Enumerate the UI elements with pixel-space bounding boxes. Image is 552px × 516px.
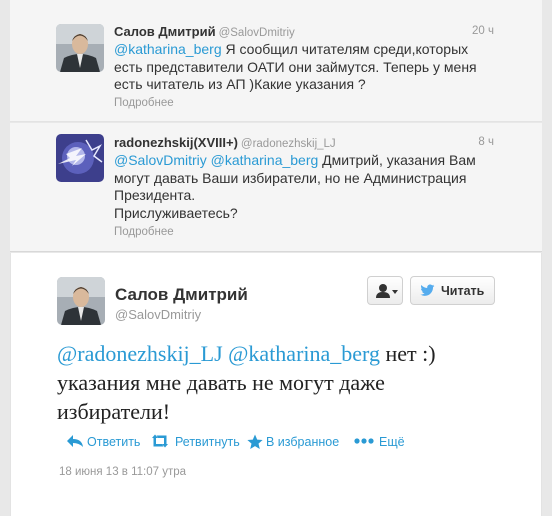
tweet-text-line: могут давать Ваши избиратели, но не Адми… (114, 169, 467, 186)
follow-button[interactable]: Читать (410, 276, 495, 305)
tweet-text-part: Я сообщил читателям среди,которых (221, 41, 469, 57)
author-fullname[interactable]: Салов Дмитрий (115, 285, 248, 305)
avatar[interactable] (57, 277, 105, 325)
context-tweet[interactable]: Салов Дмитрий @SalovDmitriy 20 ч @kathari… (10, 0, 542, 122)
avatar[interactable] (56, 134, 104, 182)
more-actions-button[interactable]: Ещё (354, 433, 406, 451)
context-tweet[interactable]: radonezhskij(XVIII+) @radonezhskij_LJ 8 ч… (10, 123, 542, 252)
author-fullname[interactable]: Салов Дмитрий (114, 24, 216, 39)
favorite-button[interactable]: В избранное (247, 433, 347, 451)
tweet-thread: Салов Дмитрий @SalovDmitriy 20 ч @kathari… (10, 0, 542, 516)
user-actions-button[interactable] (367, 276, 403, 305)
reply-label: Ответить (87, 435, 141, 449)
details-link[interactable]: Подробнее (114, 226, 174, 238)
tweet-text: @katharina_berg Я сообщил читателям сред… (114, 41, 504, 94)
author-fullname[interactable]: radonezhskij(XVIII+) (114, 135, 238, 150)
star-icon (247, 434, 263, 449)
tweet-text-line: Прислуживаетесь? (114, 204, 238, 221)
retweet-icon (152, 434, 168, 448)
user-dropdown-icon (376, 284, 398, 298)
tweet-text-line: есть представители ОАТИ они займутся. Те… (114, 58, 477, 75)
tweet-text: @radonezhskij_LJ @katharina_berg нет :) … (57, 339, 527, 426)
author-screen-name[interactable]: @radonezhskij_LJ (241, 138, 336, 150)
tweet-text: @SalovDmitriy @katharina_berg Дмитрий, у… (114, 152, 504, 222)
tweet-text-line: указания мне давать не могут даже (57, 370, 385, 395)
tweet-text-line: Президента. (114, 187, 196, 203)
mention-link[interactable]: @radonezhskij_LJ (57, 341, 223, 366)
details-link[interactable]: Подробнее (114, 97, 174, 109)
retweet-button[interactable]: Ретвитнуть (151, 433, 241, 451)
tweet-header: radonezhskij(XVIII+) @radonezhskij_LJ (114, 135, 494, 150)
tweet-text-part: нет :) (379, 341, 436, 366)
favorite-label: В избранное (266, 435, 340, 449)
tweet-timestamp[interactable]: 18 июня 13 в 11:07 утра (59, 466, 186, 478)
more-actions-label: Ещё (379, 435, 405, 449)
reply-icon (67, 435, 83, 447)
twitter-bird-icon (420, 284, 435, 296)
reply-button[interactable]: Ответить (67, 433, 141, 451)
more-dots-icon (354, 438, 374, 444)
author-screen-name[interactable]: @SalovDmitriy (115, 307, 201, 322)
tweet-text-part: Дмитрий, указания Вам (318, 152, 476, 168)
mention-link[interactable]: @katharina_berg (211, 152, 319, 168)
avatar[interactable] (56, 24, 104, 72)
author-screen-name[interactable]: @SalovDmitriy (219, 27, 295, 39)
tweet-header: Салов Дмитрий @SalovDmitriy (114, 24, 494, 39)
mention-link[interactable]: @SalovDmitriy (114, 152, 207, 168)
tweet-text-line: есть читатель из АП )Какие указания ? (114, 76, 366, 92)
tweet-text-line: избиратели! (57, 399, 171, 424)
mention-link[interactable]: @katharina_berg (228, 341, 380, 366)
main-tweet: Салов Дмитрий @SalovDmitriy Читать @rado… (10, 253, 542, 516)
tweet-time[interactable]: 8 ч (478, 136, 494, 148)
follow-button-label: Читать (441, 284, 485, 298)
retweet-label: Ретвитнуть (175, 435, 240, 449)
tweet-time[interactable]: 20 ч (472, 25, 494, 37)
mention-link[interactable]: @katharina_berg (114, 41, 222, 57)
